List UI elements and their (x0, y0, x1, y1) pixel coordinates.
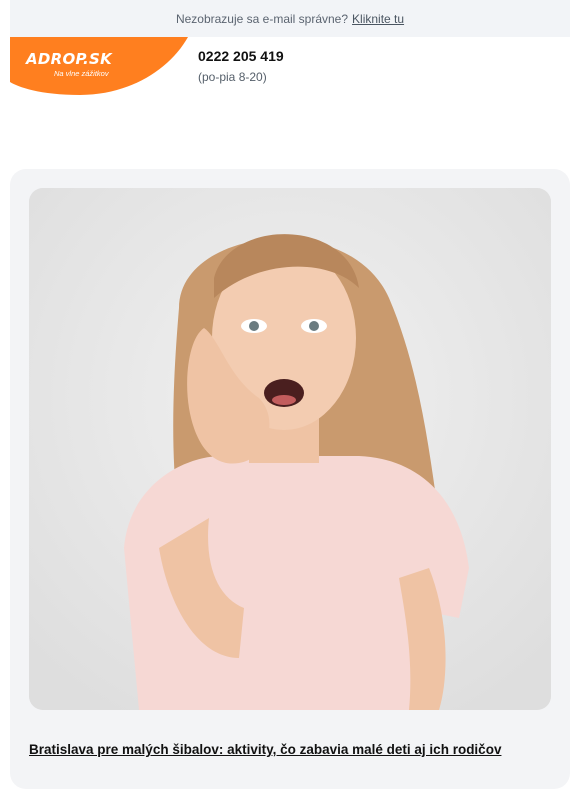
opening-hours: (po-pia 8-20) (198, 70, 267, 84)
logo-brand: ADROP.SK (26, 50, 113, 68)
phone-number[interactable]: 0222 205 419 (198, 48, 284, 64)
logo-tagline: Na vlne zážitkov (54, 69, 109, 78)
article-title-link[interactable]: Bratislava pre malých šibalov: aktivity,… (29, 742, 559, 757)
adrop-logo[interactable]: ADROP.SK Na vlne zážitkov (10, 37, 188, 95)
article-image[interactable] (29, 188, 551, 710)
girl-photo-illustration (29, 188, 551, 710)
view-in-browser-text: Nezobrazuje sa e-mail správne? (175, 11, 349, 26)
view-in-browser-bar: Nezobrazuje sa e-mail správne? Kliknite … (10, 0, 570, 37)
contact-info: 0222 205 419 (po-pia 8-20) (198, 48, 284, 84)
view-in-browser-link[interactable]: Kliknite tu (352, 12, 404, 26)
